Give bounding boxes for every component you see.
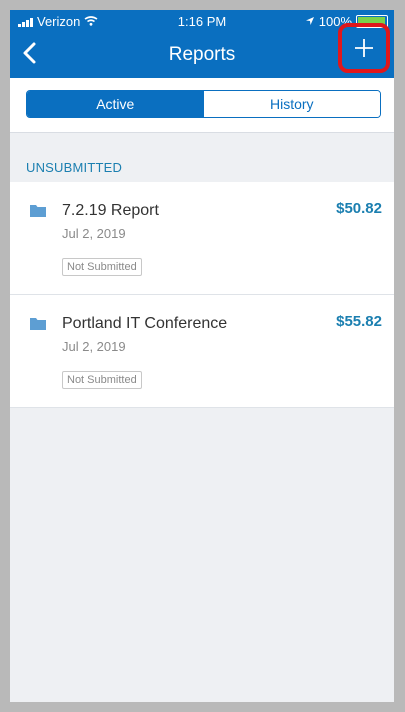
report-date: Jul 2, 2019 (62, 226, 126, 241)
report-date: Jul 2, 2019 (62, 339, 126, 354)
report-row[interactable]: 7.2.19 Report Jul 2, 2019 Not Submitted … (10, 182, 394, 295)
status-badge: Not Submitted (62, 258, 142, 276)
report-title: Portland IT Conference (62, 315, 228, 332)
report-amount: $50.82 (336, 200, 382, 217)
add-report-button[interactable] (342, 27, 386, 69)
status-badge: Not Submitted (62, 371, 142, 389)
plus-icon (355, 39, 373, 57)
segmented-control: Active History (26, 90, 381, 118)
section-header: UNSUBMITTED (26, 160, 123, 175)
segment-bar: Active History (10, 78, 394, 133)
report-amount: $55.82 (336, 313, 382, 330)
tab-active[interactable]: Active (27, 91, 204, 117)
page-title: Reports (168, 44, 236, 65)
app-screen: Verizon 1:16 PM 100% Reports Active Hist… (10, 10, 394, 702)
add-highlight (338, 23, 390, 73)
header: Verizon 1:16 PM 100% Reports (10, 10, 394, 78)
tab-history[interactable]: History (203, 91, 380, 117)
folder-icon (30, 318, 46, 330)
nav-bar: Reports (10, 23, 394, 78)
report-row[interactable]: Portland IT Conference Jul 2, 2019 Not S… (10, 295, 394, 408)
status-bar: Verizon 1:16 PM 100% (10, 10, 394, 32)
report-list: 7.2.19 Report Jul 2, 2019 Not Submitted … (10, 182, 394, 408)
folder-icon (30, 205, 46, 217)
location-icon (305, 14, 315, 29)
report-title: 7.2.19 Report (62, 202, 159, 219)
